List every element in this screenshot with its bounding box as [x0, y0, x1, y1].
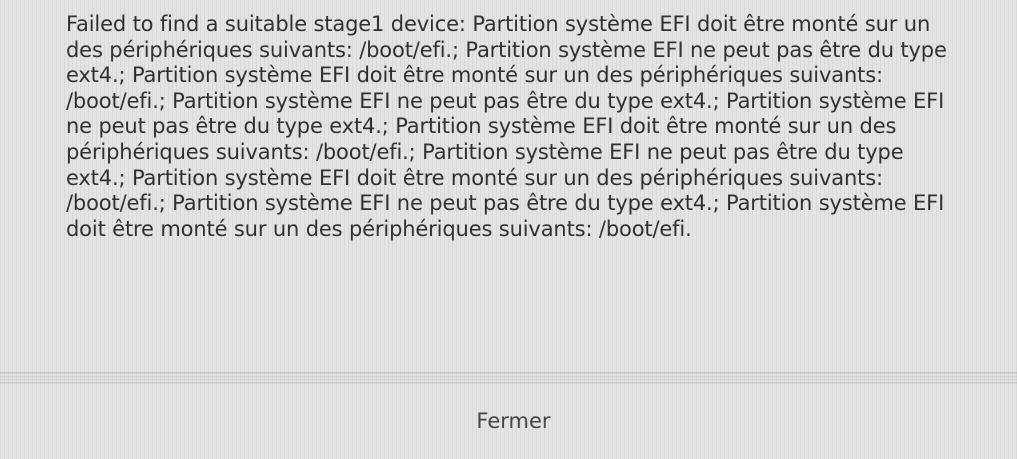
message-area: Failed to find a suitable stage1 device:… [0, 0, 1017, 372]
button-area: Fermer [0, 382, 1017, 459]
close-button[interactable]: Fermer [462, 403, 564, 439]
error-message: Failed to find a suitable stage1 device:… [66, 12, 947, 241]
error-dialog: Failed to find a suitable stage1 device:… [0, 0, 1017, 459]
